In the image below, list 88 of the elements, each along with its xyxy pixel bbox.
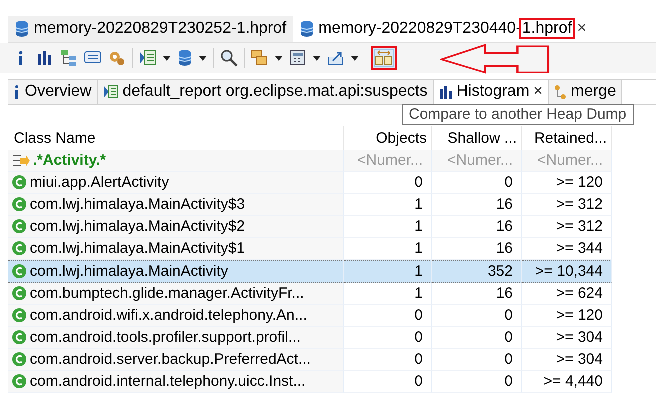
class-name: com.lwj.himalaya.MainActivity$2	[30, 218, 246, 235]
objects-cell: 1	[344, 194, 432, 216]
tab-label: Histogram	[456, 83, 530, 101]
retained-heap-cell: >= 120	[522, 172, 612, 194]
database-icon	[298, 20, 315, 38]
compare-button[interactable]	[371, 46, 397, 70]
tab-label: default_report org.eclipse.mat.api:suspects	[122, 83, 428, 101]
close-icon[interactable]: ×	[534, 83, 543, 101]
shallow-heap-cell: 16	[432, 238, 522, 260]
close-icon[interactable]: ×	[577, 20, 587, 38]
class-name: com.lwj.himalaya.MainActivity	[30, 263, 228, 280]
windows-icon[interactable]	[251, 49, 269, 67]
class-icon	[12, 197, 27, 212]
retained-heap-cell: >= 120	[522, 305, 612, 327]
shallow-heap-cell: 352	[432, 260, 522, 283]
shallow-heap-cell: 16	[432, 283, 522, 305]
objects-cell: 0	[344, 371, 432, 393]
tree-icon[interactable]	[60, 49, 78, 67]
view-tab[interactable]: Overview	[8, 80, 98, 104]
bar-chart-icon[interactable]	[36, 49, 54, 67]
retained-heap-cell: >= 10,344	[522, 260, 612, 283]
class-icon	[12, 241, 27, 256]
calculator-icon[interactable]	[289, 49, 307, 67]
retained-heap-cell: >= 304	[522, 349, 612, 371]
tab-label: Overview	[25, 83, 92, 101]
objects-cell: 1	[344, 260, 432, 283]
retained-heap-cell: >= 4,440	[522, 371, 612, 393]
class-icon	[12, 374, 27, 389]
bar-chart-icon	[438, 85, 453, 99]
report-icon[interactable]	[139, 49, 157, 67]
class-icon	[12, 219, 27, 234]
retained-heap-cell: >= 344	[522, 238, 612, 260]
class-icon	[12, 175, 27, 190]
retained-heap-cell: >= 312	[522, 216, 612, 238]
database-settings-icon	[177, 49, 193, 67]
retained-heap-cell: >= 624	[522, 283, 612, 305]
view-tab[interactable]: merge	[549, 80, 622, 104]
info-icon	[13, 85, 21, 99]
tab-label: memory-20220829T230440-1.hprof	[318, 20, 574, 38]
class-icon	[12, 264, 27, 279]
shallow-heap-cell: 0	[432, 371, 522, 393]
class-name: com.android.internal.telephony.uicc.Inst...	[30, 373, 306, 390]
database-icon	[14, 20, 30, 38]
caret-icon[interactable]	[199, 56, 207, 60]
report-icon	[102, 84, 119, 100]
tooltip: Compare to another Heap Dump	[402, 104, 634, 125]
objects-cell: 0	[344, 349, 432, 371]
class-name: com.lwj.himalaya.MainActivity$1	[30, 240, 246, 257]
shallow-heap-cell: 0	[432, 327, 522, 349]
class-icon	[12, 308, 27, 323]
shallow-heap-cell: 0	[432, 305, 522, 327]
compare-icon	[375, 50, 393, 66]
class-icon	[12, 352, 27, 367]
caret-icon[interactable]	[163, 56, 171, 60]
merge-icon	[554, 84, 567, 100]
shallow-heap-cell: 0	[432, 349, 522, 371]
search-icon[interactable]	[220, 49, 238, 67]
view-tab[interactable]: default_report org.eclipse.mat.api:suspects	[98, 80, 434, 104]
objects-cell: 0	[344, 327, 432, 349]
class-name: com.bumptech.glide.manager.ActivityFr...	[30, 285, 304, 302]
objects-cell: 0	[344, 305, 432, 327]
tab-label: memory-20220829T230252-1.hprof	[34, 20, 287, 38]
filter-icon	[12, 152, 30, 168]
gears-icon[interactable]	[108, 49, 126, 67]
shallow-heap-cell: 16	[432, 216, 522, 238]
filter-cell[interactable]: .*Activity.*	[8, 150, 344, 172]
class-icon	[12, 286, 27, 301]
retained-heap-cell: >= 312	[522, 194, 612, 216]
retained-heap-cell: >= 304	[522, 327, 612, 349]
objects-cell: 1	[344, 283, 432, 305]
export-icon[interactable]	[327, 49, 345, 67]
shallow-heap-cell: 0	[432, 172, 522, 194]
objects-cell: 1	[344, 216, 432, 238]
shallow-heap-cell: 16	[432, 194, 522, 216]
objects-cell: 0	[344, 172, 432, 194]
class-icon	[12, 330, 27, 345]
editor-tab[interactable]: memory-20220829T230252-1.hprof	[8, 16, 293, 42]
caret-icon[interactable]	[275, 56, 283, 60]
objects-cell: 1	[344, 238, 432, 260]
class-name: com.android.wifi.x.android.telephony.An...	[30, 307, 308, 324]
class-name: com.android.server.backup.PreferredAct...	[30, 351, 311, 368]
caret-icon[interactable]	[313, 56, 321, 60]
filter-text: .*Activity.*	[33, 152, 106, 169]
tab-label: merge	[571, 83, 616, 101]
class-name: com.lwj.himalaya.MainActivity$3	[30, 196, 246, 213]
class-name: com.android.tools.profiler.support.profil...	[30, 329, 301, 346]
class-name: miui.app.AlertActivity	[30, 174, 170, 191]
caret-icon[interactable]	[351, 56, 359, 60]
